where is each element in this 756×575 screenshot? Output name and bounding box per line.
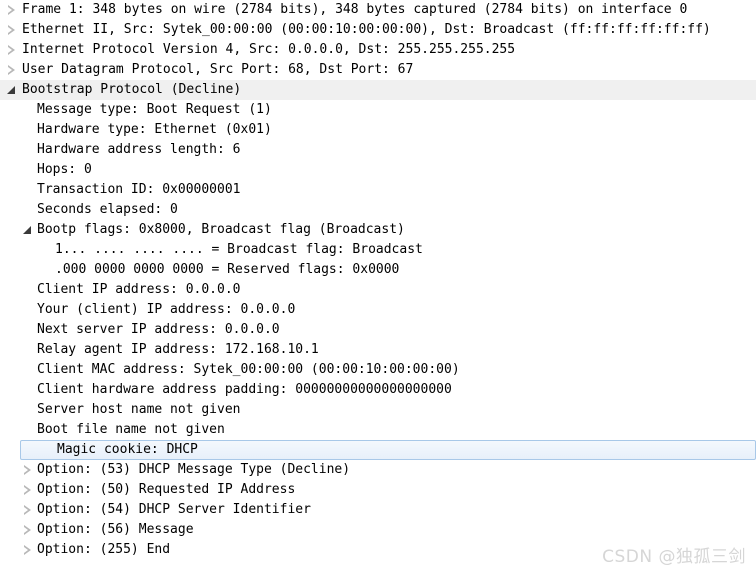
tree-row-client-ip[interactable]: Client IP address: 0.0.0.0: [0, 280, 756, 300]
no-triangle-icon: [22, 420, 34, 440]
tree-row-label: Internet Protocol Version 4, Src: 0.0.0.…: [22, 42, 516, 57]
expand-triangle-icon[interactable]: [22, 520, 34, 540]
no-triangle-icon: [22, 160, 34, 180]
tree-row-frame[interactable]: Frame 1: 348 bytes on wire (2784 bits), …: [0, 0, 756, 20]
tree-row-label: Option: (255) End: [37, 542, 171, 557]
tree-row-label: Option: (56) Message: [37, 522, 194, 537]
expand-triangle-icon[interactable]: [6, 0, 18, 20]
no-triangle-icon: [22, 340, 34, 360]
tree-row-label: Magic cookie: DHCP: [57, 442, 198, 457]
no-triangle-icon: [43, 441, 55, 461]
no-triangle-icon: [22, 360, 34, 380]
tree-row-label: Hardware type: Ethernet (0x01): [37, 122, 272, 137]
tree-row-ipv4[interactable]: Internet Protocol Version 4, Src: 0.0.0.…: [0, 40, 756, 60]
tree-row-label: Server host name not given: [37, 402, 241, 417]
no-triangle-icon: [22, 200, 34, 220]
expand-triangle-icon[interactable]: [22, 460, 34, 480]
no-triangle-icon: [22, 300, 34, 320]
tree-row-label: Option: (54) DHCP Server Identifier: [37, 502, 311, 517]
collapse-triangle-icon[interactable]: [6, 80, 18, 100]
tree-row-server-host-name[interactable]: Server host name not given: [0, 400, 756, 420]
tree-row-option-53[interactable]: Option: (53) DHCP Message Type (Decline): [0, 460, 756, 480]
expand-triangle-icon[interactable]: [22, 480, 34, 500]
tree-row-ethernet[interactable]: Ethernet II, Src: Sytek_00:00:00 (00:00:…: [0, 20, 756, 40]
no-triangle-icon: [22, 180, 34, 200]
tree-row-label: Transaction ID: 0x00000001: [37, 182, 241, 197]
tree-row-label: Client IP address: 0.0.0.0: [37, 282, 241, 297]
tree-row-broadcast-flag[interactable]: 1... .... .... .... = Broadcast flag: Br…: [0, 240, 756, 260]
tree-row-label: Seconds elapsed: 0: [37, 202, 178, 217]
expand-triangle-icon[interactable]: [6, 60, 18, 80]
collapse-triangle-icon[interactable]: [22, 220, 34, 240]
tree-row-bootp[interactable]: Bootstrap Protocol (Decline): [0, 80, 756, 100]
tree-row-boot-file-name[interactable]: Boot file name not given: [0, 420, 756, 440]
tree-row-client-hw-pad[interactable]: Client hardware address padding: 0000000…: [0, 380, 756, 400]
tree-row-label: Your (client) IP address: 0.0.0.0: [37, 302, 296, 317]
no-triangle-icon: [22, 320, 34, 340]
tree-row-seconds-elapsed[interactable]: Seconds elapsed: 0: [0, 200, 756, 220]
tree-row-client-mac[interactable]: Client MAC address: Sytek_00:00:00 (00:0…: [0, 360, 756, 380]
tree-row-label: Client hardware address padding: 0000000…: [37, 382, 452, 397]
no-triangle-icon: [22, 100, 34, 120]
packet-details-tree[interactable]: Frame 1: 348 bytes on wire (2784 bits), …: [0, 0, 756, 575]
tree-row-label: Hardware address length: 6: [37, 142, 241, 157]
expand-triangle-icon[interactable]: [6, 40, 18, 60]
tree-row-label: Bootstrap Protocol (Decline): [22, 82, 242, 97]
tree-row-label: Hops: 0: [37, 162, 92, 177]
tree-row-hops[interactable]: Hops: 0: [0, 160, 756, 180]
tree-row-label: Client MAC address: Sytek_00:00:00 (00:0…: [37, 362, 460, 377]
tree-row-label: .000 0000 0000 0000 = Reserved flags: 0x…: [55, 262, 400, 277]
tree-row-label: 1... .... .... .... = Broadcast flag: Br…: [55, 242, 423, 257]
tree-row-your-client-ip[interactable]: Your (client) IP address: 0.0.0.0: [0, 300, 756, 320]
expand-triangle-icon[interactable]: [22, 540, 34, 560]
no-triangle-icon: [38, 240, 50, 260]
tree-row-hw-addr-len[interactable]: Hardware address length: 6: [0, 140, 756, 160]
tree-row-label: Relay agent IP address: 172.168.10.1: [37, 342, 319, 357]
tree-row-label: Boot file name not given: [37, 422, 225, 437]
tree-row-label: Message type: Boot Request (1): [37, 102, 272, 117]
tree-row-label: Next server IP address: 0.0.0.0: [37, 322, 280, 337]
expand-triangle-icon[interactable]: [6, 20, 18, 40]
tree-row-label: User Datagram Protocol, Src Port: 68, Ds…: [22, 62, 414, 77]
tree-row-option-56[interactable]: Option: (56) Message: [0, 520, 756, 540]
tree-row-message-type[interactable]: Message type: Boot Request (1): [0, 100, 756, 120]
tree-row-option-54[interactable]: Option: (54) DHCP Server Identifier: [0, 500, 756, 520]
tree-row-option-50[interactable]: Option: (50) Requested IP Address: [0, 480, 756, 500]
tree-row-label: Ethernet II, Src: Sytek_00:00:00 (00:00:…: [22, 22, 711, 37]
no-triangle-icon: [22, 280, 34, 300]
no-triangle-icon: [22, 380, 34, 400]
tree-row-label: Frame 1: 348 bytes on wire (2784 bits), …: [22, 2, 688, 17]
tree-row-next-server-ip[interactable]: Next server IP address: 0.0.0.0: [0, 320, 756, 340]
expand-triangle-icon[interactable]: [22, 500, 34, 520]
no-triangle-icon: [22, 400, 34, 420]
tree-row-label: Option: (50) Requested IP Address: [37, 482, 296, 497]
no-triangle-icon: [22, 140, 34, 160]
no-triangle-icon: [22, 120, 34, 140]
tree-row-relay-agent-ip[interactable]: Relay agent IP address: 172.168.10.1: [0, 340, 756, 360]
tree-row-transaction-id[interactable]: Transaction ID: 0x00000001: [0, 180, 756, 200]
tree-row-reserved-flags[interactable]: .000 0000 0000 0000 = Reserved flags: 0x…: [0, 260, 756, 280]
tree-row-magic-cookie[interactable]: Magic cookie: DHCP: [20, 440, 756, 460]
tree-row-label: Bootp flags: 0x8000, Broadcast flag (Bro…: [37, 222, 405, 237]
tree-row-label: Option: (53) DHCP Message Type (Decline): [37, 462, 351, 477]
tree-row-bootp-flags[interactable]: Bootp flags: 0x8000, Broadcast flag (Bro…: [0, 220, 756, 240]
tree-row-udp[interactable]: User Datagram Protocol, Src Port: 68, Ds…: [0, 60, 756, 80]
tree-row-option-255[interactable]: Option: (255) End: [0, 540, 756, 560]
no-triangle-icon: [38, 260, 50, 280]
tree-row-hardware-type[interactable]: Hardware type: Ethernet (0x01): [0, 120, 756, 140]
